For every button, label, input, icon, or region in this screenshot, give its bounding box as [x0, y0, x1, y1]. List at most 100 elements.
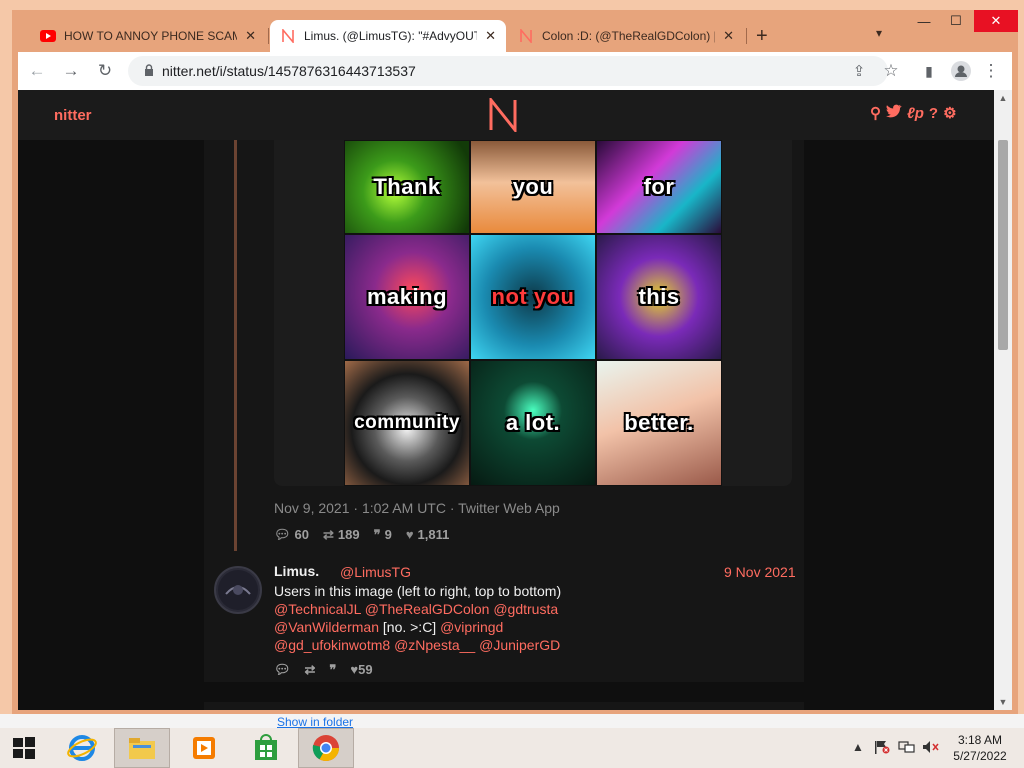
- address-bar[interactable]: nitter.net/i/status/1457876316443713537: [128, 56, 888, 86]
- nitter-navbar: nitter ⚲ ℓp ? ⚙: [18, 90, 994, 140]
- likes-stat[interactable]: ♥59: [350, 662, 372, 678]
- reply-text: Users in this image (left to right, top …: [274, 583, 562, 653]
- reply-author-handle[interactable]: @LimusTG: [340, 564, 411, 580]
- taskbar: ▲ 3:18 AM 5/27/2022: [0, 728, 1024, 768]
- minimize-button[interactable]: —: [908, 10, 940, 32]
- collage-tile: community: [344, 360, 470, 486]
- close-tab-icon[interactable]: ✕: [485, 28, 496, 44]
- collage-tile: Thank: [344, 140, 470, 234]
- thread-line: [234, 140, 237, 551]
- close-window-button[interactable]: ✕: [974, 10, 1018, 32]
- collage-caption: better.: [624, 410, 694, 435]
- lock-icon: [145, 64, 153, 76]
- tab-strip: HOW TO ANNOY PHONE SCAMM ✕ Limus. (@Limu…: [12, 10, 1018, 52]
- reply-date[interactable]: 9 Nov 2021: [724, 564, 796, 580]
- tab-title: HOW TO ANNOY PHONE SCAMM: [64, 29, 238, 43]
- collage-caption: for: [643, 174, 675, 199]
- chrome-icon[interactable]: [298, 728, 354, 768]
- download-bar: Show in folder: [0, 714, 1024, 728]
- likes-stat[interactable]: ♥ 1,811: [406, 527, 450, 543]
- tweet-image-collage[interactable]: Thank you for making not you this commun…: [344, 140, 722, 486]
- mention-link[interactable]: @TheRealGDColon: [365, 601, 490, 617]
- search-icon[interactable]: ⚲: [870, 105, 881, 123]
- youtube-icon: [40, 28, 56, 44]
- collage-tile: for: [596, 140, 722, 234]
- internet-explorer-icon[interactable]: [54, 728, 110, 768]
- close-tab-icon[interactable]: ✕: [723, 28, 734, 44]
- mention-link[interactable]: @VanWilderman: [274, 619, 379, 635]
- new-tab-button[interactable]: +: [756, 24, 768, 48]
- volume-muted-icon[interactable]: [922, 740, 940, 757]
- browser-window: HOW TO ANNOY PHONE SCAMM ✕ Limus. (@Limu…: [12, 10, 1018, 714]
- collage-caption: Thank: [373, 174, 441, 199]
- tab-youtube[interactable]: HOW TO ANNOY PHONE SCAMM ✕: [30, 20, 266, 52]
- side-panel-icon[interactable]: ▮: [918, 60, 940, 82]
- scroll-down-icon[interactable]: ▼: [994, 694, 1012, 710]
- quotes-stat[interactable]: ❞ 9: [374, 527, 392, 543]
- page-scrollbar[interactable]: ▲ ▼: [994, 90, 1012, 710]
- collage-caption: this: [638, 284, 680, 309]
- close-tab-icon[interactable]: ✕: [245, 28, 256, 44]
- forward-icon[interactable]: →: [60, 60, 82, 82]
- retweet-icon[interactable]: ⇄: [305, 662, 316, 678]
- retweets-stat[interactable]: ⇄ 189: [323, 527, 360, 543]
- mention-link[interactable]: @gd_ufokinwotm8: [274, 637, 390, 653]
- nitter-icon: [518, 28, 534, 44]
- twitter-icon[interactable]: [886, 104, 902, 123]
- windows-logo-icon: [13, 737, 35, 759]
- tab-colon[interactable]: Colon :D: (@TheRealGDColon) | n ✕: [508, 20, 744, 52]
- nitter-brand-link[interactable]: nitter: [54, 107, 92, 124]
- nav-icons: ⚲ ℓp ? ⚙: [870, 104, 957, 123]
- collage-caption: community: [354, 412, 460, 433]
- replies-stat[interactable]: 💬︎ 60: [274, 527, 309, 543]
- quote-icon[interactable]: ❞: [329, 662, 336, 678]
- menu-kebab-icon[interactable]: ⋮: [980, 60, 1002, 82]
- mention-link[interactable]: @vipringd: [440, 619, 503, 635]
- action-center-flag-icon[interactable]: [874, 740, 890, 757]
- nitter-icon: [280, 28, 296, 44]
- reply-tweet[interactable]: Limus. @LimusTG 9 Nov 2021 Users in this…: [204, 556, 804, 682]
- reply-author-name[interactable]: Limus.: [274, 563, 319, 579]
- store-icon[interactable]: [238, 728, 294, 768]
- tab-limus[interactable]: Limus. (@LimusTG): "#AdvyOUT ✕: [270, 20, 506, 52]
- media-player-icon[interactable]: [176, 728, 232, 768]
- avatar[interactable]: [214, 566, 262, 614]
- settings-icon[interactable]: ⚙: [943, 105, 956, 123]
- heart-icon: ♥: [350, 662, 359, 677]
- next-item: [204, 702, 804, 710]
- collage-tile: a lot.: [470, 360, 596, 486]
- mention-link[interactable]: @TechnicalJL: [274, 601, 361, 617]
- inline-note: [no. >:C]: [382, 619, 437, 635]
- tweet-date[interactable]: Nov 9, 2021 · 1:02 AM UTC · Twitter Web …: [274, 500, 560, 516]
- network-icon[interactable]: [898, 740, 916, 757]
- lp-icon[interactable]: ℓp: [907, 105, 924, 123]
- show-in-folder-link[interactable]: Show in folder: [277, 714, 353, 728]
- back-icon[interactable]: ←: [26, 60, 48, 82]
- bookmark-star-icon[interactable]: ☆: [880, 60, 902, 82]
- taskbar-clock[interactable]: 3:18 AM 5/27/2022: [944, 732, 1016, 764]
- collage-caption: not you: [491, 284, 575, 309]
- collage-caption: a lot.: [505, 410, 561, 435]
- file-explorer-icon[interactable]: [114, 728, 170, 768]
- reload-icon[interactable]: ↻: [94, 60, 116, 82]
- scrollbar-thumb[interactable]: [998, 140, 1008, 350]
- comment-icon[interactable]: 💬︎: [274, 662, 291, 678]
- tweet-stats: 💬︎ 60 ⇄ 189 ❞ 9 ♥ 1,811: [274, 527, 449, 543]
- mention-link[interactable]: @zNpesta__: [394, 637, 475, 653]
- help-icon[interactable]: ?: [929, 105, 938, 123]
- share-icon[interactable]: ⇪: [848, 60, 870, 82]
- chevron-down-icon[interactable]: ▾: [876, 26, 882, 40]
- tab-title: Colon :D: (@TheRealGDColon) | n: [542, 29, 716, 43]
- start-button[interactable]: [0, 728, 48, 768]
- profile-avatar-icon[interactable]: [950, 60, 972, 82]
- tab-separator: [268, 28, 269, 44]
- collage-caption: you: [512, 174, 554, 199]
- maximize-button[interactable]: ☐: [940, 10, 972, 32]
- show-hidden-icons-icon[interactable]: ▲: [852, 740, 864, 754]
- mention-link[interactable]: @gdtrusta: [493, 601, 558, 617]
- page-viewport: nitter ⚲ ℓp ? ⚙ Thank you for making not…: [18, 90, 1012, 710]
- scroll-up-icon[interactable]: ▲: [994, 90, 1012, 106]
- comment-icon: 💬︎: [274, 527, 291, 542]
- mention-link[interactable]: @JuniperGD: [479, 637, 560, 653]
- nitter-logo-icon[interactable]: [488, 98, 518, 132]
